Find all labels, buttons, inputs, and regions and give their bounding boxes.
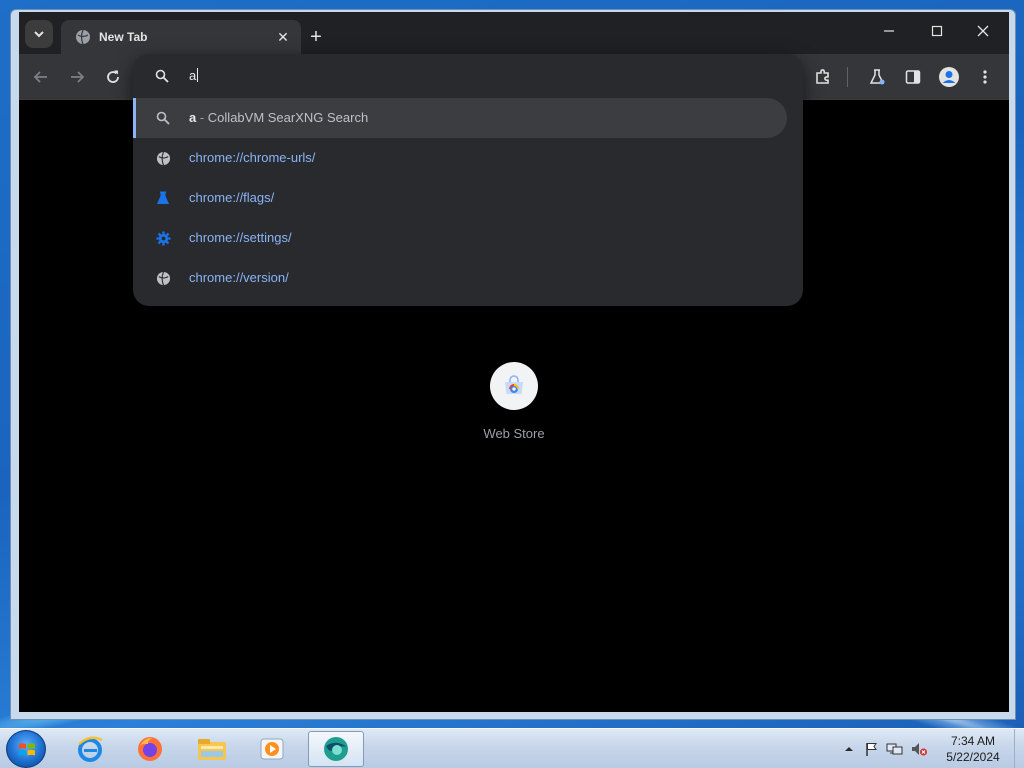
- suggestion-flags[interactable]: chrome://flags/: [133, 178, 787, 218]
- suggestion-label: chrome://chrome-urls/: [189, 150, 316, 165]
- reload-button[interactable]: [99, 63, 127, 91]
- back-button[interactable]: [27, 63, 55, 91]
- search-icon: [155, 110, 171, 126]
- toolbar-separator: [847, 67, 848, 87]
- omnibox-dropdown: a a - CollabVM SearXNG Search chrome://c…: [133, 54, 803, 306]
- globe-icon: [155, 270, 171, 286]
- more-vert-icon: [983, 70, 987, 84]
- tab-new-tab[interactable]: New Tab ✕: [61, 20, 301, 54]
- close-window-button[interactable]: [961, 16, 1005, 46]
- suggestion-label: chrome://settings/: [189, 230, 292, 245]
- maximize-button[interactable]: [915, 16, 959, 46]
- browser-content-frame: New Tab ✕ + a a - CollabVM SearXNG Searc…: [19, 12, 1009, 712]
- browser-icon: [324, 737, 348, 761]
- action-center-flag-icon[interactable]: [864, 741, 880, 757]
- suggestion-label: a - CollabVM SearXNG Search: [189, 110, 369, 125]
- windows-logo-icon: [19, 743, 35, 756]
- chevron-down-icon: [34, 31, 44, 38]
- media-player-icon: [260, 738, 284, 760]
- address-bar[interactable]: a: [133, 54, 803, 98]
- file-explorer-icon: [198, 739, 226, 760]
- suggestion-chrome-urls[interactable]: chrome://chrome-urls/: [133, 138, 787, 178]
- minimize-icon: [884, 30, 894, 32]
- new-tab-button[interactable]: +: [303, 24, 329, 50]
- suggestion-label: chrome://flags/: [189, 190, 275, 205]
- gear-icon: [155, 230, 171, 246]
- maximize-icon: [931, 25, 943, 37]
- taskbar-media-player[interactable]: [244, 731, 300, 767]
- suggestion-settings[interactable]: chrome://settings/: [133, 218, 787, 258]
- shortcut-web-store[interactable]: Web Store: [469, 362, 559, 452]
- minimize-button[interactable]: [867, 16, 911, 46]
- labs-button[interactable]: [863, 63, 891, 91]
- web-store-icon: [490, 362, 538, 410]
- extensions-button[interactable]: [809, 63, 837, 91]
- suggestion-version[interactable]: chrome://version/: [133, 258, 787, 298]
- taskbar: 7:34 AM 5/22/2024: [0, 728, 1024, 768]
- taskbar-browser-active[interactable]: [308, 731, 364, 767]
- side-panel-icon: [905, 70, 921, 84]
- taskbar-clock[interactable]: 7:34 AM 5/22/2024: [936, 733, 1010, 765]
- clock-time: 7:34 AM: [950, 734, 996, 748]
- menu-button[interactable]: [971, 63, 999, 91]
- close-icon: [977, 25, 989, 37]
- system-tray: [842, 729, 928, 768]
- address-bar-text[interactable]: a: [189, 68, 199, 83]
- suggestion-search[interactable]: a - CollabVM SearXNG Search: [133, 98, 787, 138]
- firefox-icon: [138, 737, 162, 761]
- taskbar-file-explorer[interactable]: [184, 731, 240, 767]
- internet-explorer-icon: [78, 736, 103, 762]
- profile-button[interactable]: [935, 63, 963, 91]
- clock-date: 5/22/2024: [946, 750, 1000, 764]
- taskbar-internet-explorer[interactable]: [62, 731, 118, 767]
- start-button[interactable]: [6, 730, 46, 768]
- suggestion-label: chrome://version/: [189, 270, 289, 285]
- shortcut-label: Web Store: [483, 426, 545, 441]
- side-panel-button[interactable]: [899, 63, 927, 91]
- close-tab-icon[interactable]: ✕: [273, 27, 293, 47]
- show-hidden-icons-icon[interactable]: [842, 742, 856, 756]
- avatar-icon: [939, 67, 959, 87]
- back-arrow-icon: [33, 71, 47, 83]
- flask-icon: [869, 69, 885, 85]
- show-desktop-button[interactable]: [1014, 729, 1024, 768]
- reload-icon: [107, 70, 119, 83]
- browser-window: New Tab ✕ + a a - CollabVM SearXNG Searc…: [10, 9, 1016, 720]
- search-icon: [155, 69, 169, 88]
- flask-icon: [155, 190, 171, 206]
- globe-icon: [155, 150, 171, 166]
- tab-title: New Tab: [99, 30, 148, 44]
- globe-icon: [75, 29, 91, 45]
- volume-muted-icon[interactable]: [910, 741, 928, 757]
- forward-button[interactable]: [63, 63, 91, 91]
- forward-arrow-icon: [71, 71, 85, 83]
- title-bar: New Tab ✕ +: [19, 12, 1009, 54]
- tab-search-button[interactable]: [25, 20, 53, 48]
- taskbar-firefox[interactable]: [122, 731, 178, 767]
- network-icon[interactable]: [886, 741, 904, 757]
- puzzle-icon: [816, 69, 829, 84]
